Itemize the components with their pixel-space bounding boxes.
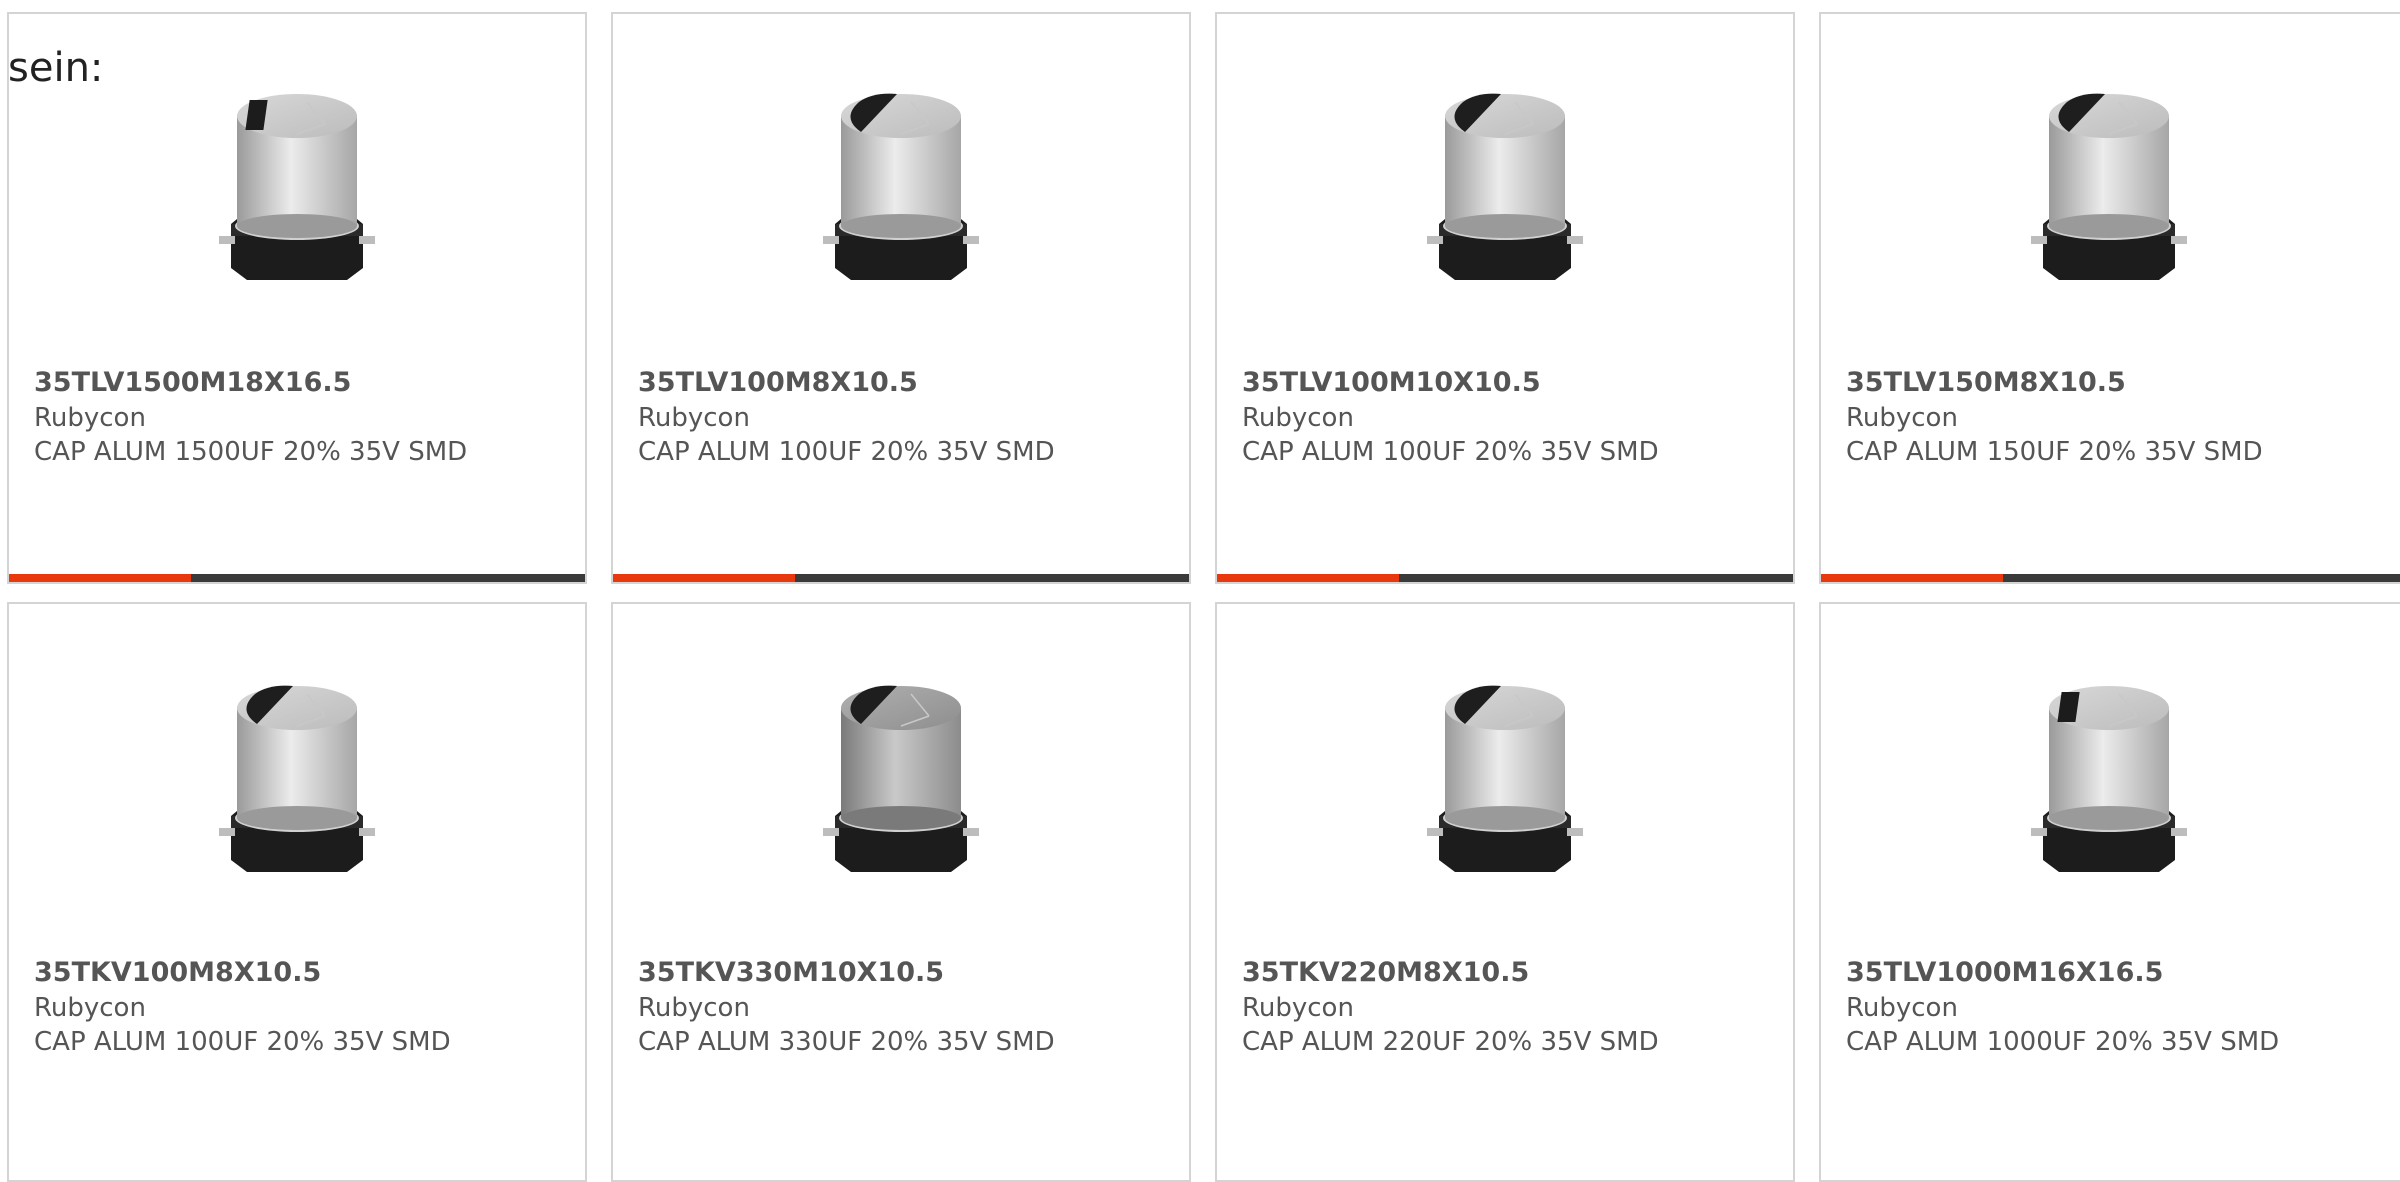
capacitor-image[interactable] <box>613 668 1189 890</box>
card-bottom-bar <box>1821 574 2400 582</box>
product-description: CAP ALUM 150UF 20% 35V SMD <box>1846 437 2263 467</box>
part-number[interactable]: 35TKV220M8X10.5 <box>1242 957 1529 988</box>
part-number[interactable]: 35TKV330M10X10.5 <box>638 957 944 988</box>
manufacturer: Rubycon <box>34 993 146 1023</box>
card-accent-bar <box>9 574 191 582</box>
product-card[interactable]: 35TLV150M8X10.5 Rubycon CAP ALUM 150UF 2… <box>1819 12 2400 584</box>
capacitor-image[interactable] <box>1217 76 1793 298</box>
card-bottom-bar <box>613 574 1189 582</box>
product-description: CAP ALUM 100UF 20% 35V SMD <box>1242 437 1659 467</box>
product-card[interactable]: 35TKV220M8X10.5 Rubycon CAP ALUM 220UF 2… <box>1215 602 1795 1182</box>
manufacturer: Rubycon <box>638 993 750 1023</box>
product-card[interactable]: 35TKV100M8X10.5 Rubycon CAP ALUM 100UF 2… <box>7 602 587 1182</box>
manufacturer: Rubycon <box>34 403 146 433</box>
product-card[interactable]: 35TLV1500M18X16.5 Rubycon CAP ALUM 1500U… <box>7 12 587 584</box>
part-number[interactable]: 35TLV1500M18X16.5 <box>34 367 351 398</box>
product-description: CAP ALUM 100UF 20% 35V SMD <box>638 437 1055 467</box>
product-description: CAP ALUM 1500UF 20% 35V SMD <box>34 437 468 467</box>
intro-text: sein: <box>8 45 104 91</box>
card-accent-bar <box>1217 574 1399 582</box>
card-accent-bar <box>613 574 795 582</box>
manufacturer: Rubycon <box>1846 993 1958 1023</box>
product-description: CAP ALUM 100UF 20% 35V SMD <box>34 1027 451 1057</box>
capacitor-image[interactable] <box>9 668 585 890</box>
card-bottom-bar <box>9 574 585 582</box>
capacitor-image[interactable] <box>1821 668 2397 890</box>
capacitor-image[interactable] <box>613 76 1189 298</box>
part-number[interactable]: 35TLV150M8X10.5 <box>1846 367 2126 398</box>
part-number[interactable]: 35TLV100M8X10.5 <box>638 367 918 398</box>
card-bottom-bar <box>1217 574 1793 582</box>
capacitor-image[interactable] <box>9 76 585 298</box>
product-description: CAP ALUM 220UF 20% 35V SMD <box>1242 1027 1659 1057</box>
product-card[interactable]: 35TLV1000M16X16.5 Rubycon CAP ALUM 1000U… <box>1819 602 2400 1182</box>
part-number[interactable]: 35TLV100M10X10.5 <box>1242 367 1541 398</box>
product-card[interactable]: 35TKV330M10X10.5 Rubycon CAP ALUM 330UF … <box>611 602 1191 1182</box>
manufacturer: Rubycon <box>1242 403 1354 433</box>
product-card[interactable]: 35TLV100M8X10.5 Rubycon CAP ALUM 100UF 2… <box>611 12 1191 584</box>
part-number[interactable]: 35TLV1000M16X16.5 <box>1846 957 2163 988</box>
capacitor-image[interactable] <box>1821 76 2397 298</box>
product-description: CAP ALUM 1000UF 20% 35V SMD <box>1846 1027 2280 1057</box>
product-description: CAP ALUM 330UF 20% 35V SMD <box>638 1027 1055 1057</box>
manufacturer: Rubycon <box>1846 403 1958 433</box>
card-accent-bar <box>1821 574 2003 582</box>
manufacturer: Rubycon <box>1242 993 1354 1023</box>
manufacturer: Rubycon <box>638 403 750 433</box>
part-number[interactable]: 35TKV100M8X10.5 <box>34 957 321 988</box>
capacitor-image[interactable] <box>1217 668 1793 890</box>
product-card[interactable]: 35TLV100M10X10.5 Rubycon CAP ALUM 100UF … <box>1215 12 1795 584</box>
